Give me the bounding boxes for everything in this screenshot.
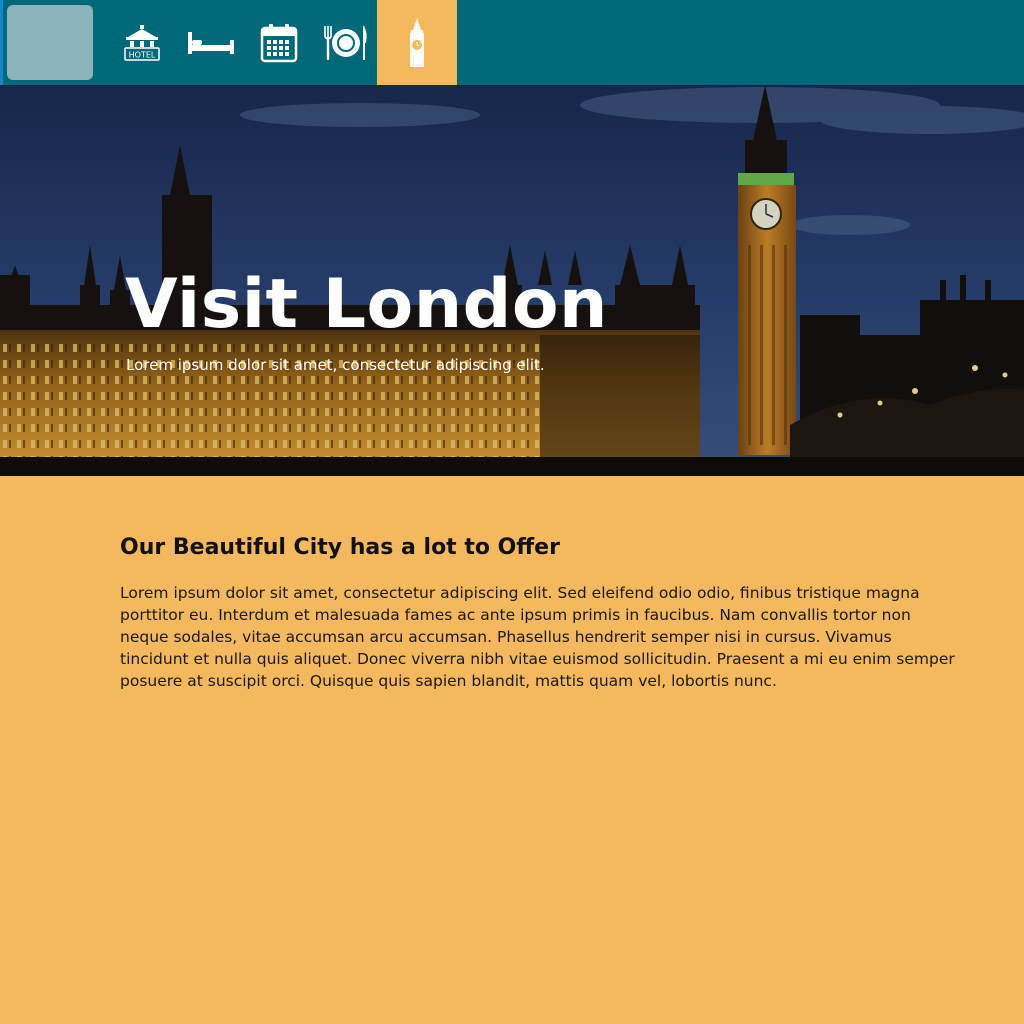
nav-bed-button[interactable] xyxy=(177,0,245,85)
hotel-sign-icon: HOTEL xyxy=(124,24,160,61)
content-heading: Our Beautiful City has a lot to Offer xyxy=(120,535,560,560)
big-ben-icon xyxy=(410,17,424,67)
nav-landmark-button[interactable] xyxy=(377,0,457,85)
logo-placeholder[interactable] xyxy=(7,5,93,80)
hotel-sign-label: HOTEL xyxy=(129,50,156,59)
nav-calendar-button[interactable] xyxy=(245,0,313,85)
content-section: Our Beautiful City has a lot to Offer Lo… xyxy=(120,535,960,692)
top-navigation-bar: HOTEL xyxy=(0,0,1024,85)
calendar-icon xyxy=(260,23,298,62)
plate-cutlery-icon xyxy=(324,25,367,60)
bed-icon xyxy=(188,31,234,54)
nav-hotel-button[interactable]: HOTEL xyxy=(108,0,176,85)
hero-title: Visit London xyxy=(125,265,608,344)
hero-subtitle: Lorem ipsum dolor sit amet, consectetur … xyxy=(126,356,545,374)
topbar-edge-accent xyxy=(0,0,3,85)
hero-banner: Visit London Lorem ipsum dolor sit amet,… xyxy=(0,85,1024,476)
content-body: Lorem ipsum dolor sit amet, consectetur … xyxy=(120,584,955,690)
nav-dining-button[interactable] xyxy=(312,0,380,85)
